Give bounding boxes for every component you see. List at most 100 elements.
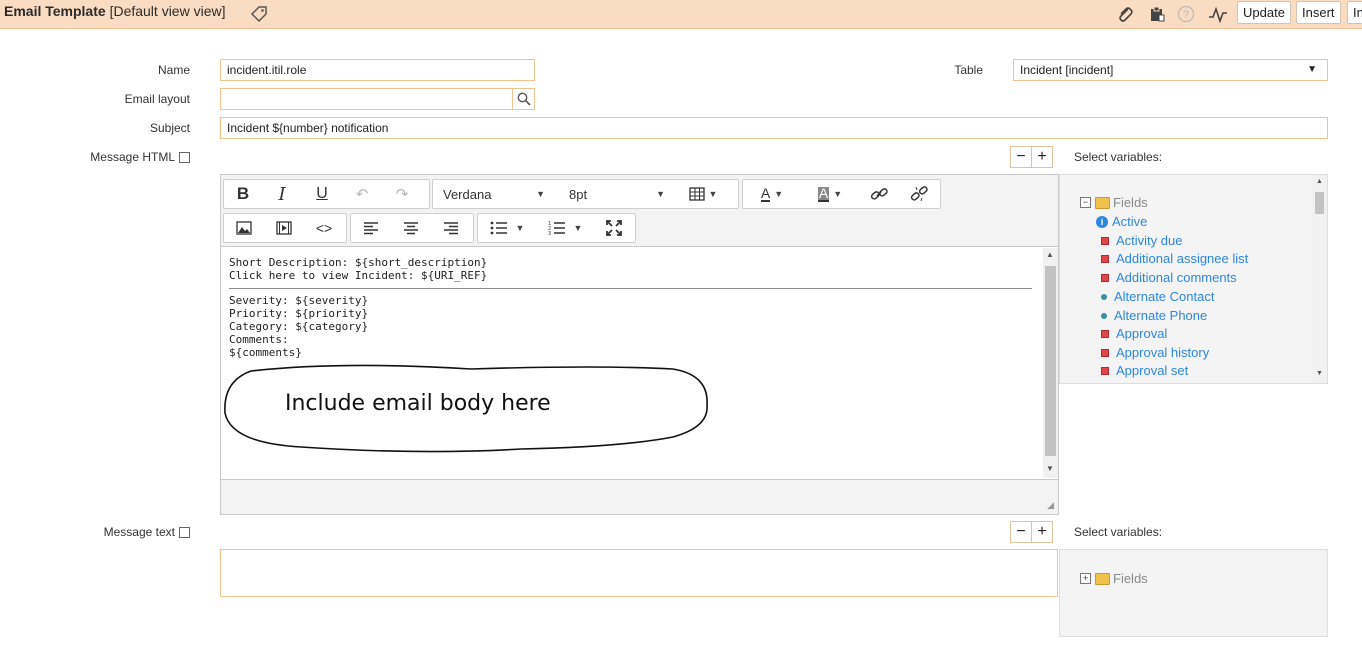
- expand-button[interactable]: +: [1031, 146, 1053, 168]
- tag-icon[interactable]: [249, 4, 269, 24]
- variable-item[interactable]: Additional assignee list: [1101, 251, 1248, 266]
- align-center-icon[interactable]: [391, 214, 431, 242]
- bold-icon[interactable]: B: [224, 180, 262, 208]
- table-select-value: Incident [incident]: [1020, 63, 1114, 77]
- tree-folder-fields[interactable]: + Fields: [1080, 571, 1148, 586]
- resize-handle-icon[interactable]: ◢: [1047, 500, 1054, 511]
- variable-item[interactable]: Approval set: [1101, 363, 1188, 378]
- editor-statusbar: ◢: [221, 479, 1058, 514]
- field-square-icon: [1101, 329, 1109, 338]
- scroll-up-icon[interactable]: ▲: [1046, 250, 1054, 259]
- numbered-list-icon: 123: [548, 221, 565, 235]
- editor-scrollbar[interactable]: ▲ ▼: [1043, 248, 1058, 478]
- svg-text:3: 3: [548, 231, 551, 235]
- table-insert-button[interactable]: ▼: [673, 180, 733, 208]
- italic-icon[interactable]: I: [262, 180, 302, 208]
- background-color-button[interactable]: A ▼: [801, 180, 859, 208]
- variable-item[interactable]: Activity due: [1101, 233, 1182, 248]
- dropdown-arrow-icon: ▼: [1307, 64, 1317, 75]
- scroll-up-icon[interactable]: ▲: [1316, 178, 1323, 185]
- scrollbar-thumb[interactable]: [1045, 266, 1056, 456]
- variable-item[interactable]: Approval history: [1101, 345, 1209, 360]
- bullet-list-button[interactable]: ▼: [478, 214, 536, 242]
- field-square-icon: [1101, 273, 1109, 282]
- insert-button[interactable]: Insert: [1296, 1, 1341, 24]
- html-editor: B I U ↶ ↷ Verdana ▼ 8pt ▼ ▼ A ▼ A ▼ <> ▼…: [220, 174, 1059, 515]
- variable-item[interactable]: i Active: [1096, 214, 1147, 229]
- text-variables-tree: + Fields: [1059, 549, 1328, 637]
- source-code-icon[interactable]: <>: [304, 214, 344, 242]
- fullscreen-icon[interactable]: [594, 214, 634, 242]
- annotation-ellipse: [224, 364, 708, 453]
- content-line: Short Description: ${short_description}: [229, 256, 488, 269]
- variables-scrollbar[interactable]: ▲ ▼: [1312, 175, 1327, 383]
- scroll-down-icon[interactable]: ▼: [1046, 464, 1054, 473]
- table-icon: [688, 187, 705, 201]
- link-icon[interactable]: [859, 180, 899, 208]
- select-variables-label: Select variables:: [1074, 150, 1163, 164]
- variable-item[interactable]: Approval: [1101, 326, 1167, 341]
- content-line: Comments:: [229, 333, 289, 346]
- update-button[interactable]: Update: [1237, 1, 1291, 24]
- page-title: Email Template [Default view view]: [4, 3, 226, 19]
- scrollbar-thumb[interactable]: [1315, 192, 1324, 214]
- image-icon[interactable]: [224, 214, 264, 242]
- collapse-node-icon[interactable]: −: [1080, 197, 1091, 208]
- email-layout-label: Email layout: [124, 92, 190, 106]
- paperclip-icon[interactable]: [1115, 4, 1135, 24]
- select-variables-label: Select variables:: [1074, 525, 1163, 539]
- field-info-icon: [179, 526, 190, 538]
- insert-and-stay-button[interactable]: In: [1347, 1, 1362, 24]
- table-label: Table: [954, 63, 983, 77]
- font-size-select[interactable]: 8pt ▼: [553, 180, 673, 208]
- numbered-list-button[interactable]: 123 ▼: [536, 214, 594, 242]
- search-icon: [517, 92, 531, 106]
- horizontal-rule: [229, 288, 1032, 289]
- align-group: [350, 213, 474, 243]
- table-select[interactable]: Incident [incident] ▼: [1013, 59, 1328, 81]
- expand-node-icon[interactable]: +: [1080, 573, 1091, 584]
- content-line: Category: ${category}: [229, 320, 369, 333]
- content-line: Priority: ${priority}: [229, 307, 369, 320]
- activity-icon[interactable]: [1208, 4, 1228, 24]
- clipboard-icon[interactable]: [1147, 4, 1167, 24]
- message-html-label: Message HTML: [60, 150, 190, 164]
- undo-icon[interactable]: ↶: [342, 180, 382, 208]
- expand-button[interactable]: +: [1031, 521, 1053, 543]
- form-header: Email Template [Default view view] ? Upd…: [0, 0, 1362, 29]
- variable-item[interactable]: Additional comments: [1101, 270, 1237, 285]
- background-color-icon: A: [817, 184, 830, 202]
- email-layout-field[interactable]: [220, 88, 513, 110]
- name-field[interactable]: incident.itil.role: [220, 59, 535, 81]
- collapse-button[interactable]: −: [1010, 146, 1032, 168]
- email-layout-lookup-button[interactable]: [512, 88, 535, 110]
- svg-text:?: ?: [1183, 9, 1189, 21]
- underline-icon[interactable]: U: [302, 180, 342, 208]
- collapse-button[interactable]: −: [1010, 521, 1032, 543]
- media-group: <>: [223, 213, 347, 243]
- format-group: B I U ↶ ↷: [223, 179, 430, 209]
- field-square-icon: [1101, 366, 1109, 375]
- variables-tree: − Fields i Active Activity due Additional…: [1059, 174, 1328, 384]
- help-icon[interactable]: ?: [1176, 4, 1196, 24]
- subject-field[interactable]: Incident ${number} notification: [220, 117, 1328, 139]
- message-text-area[interactable]: [220, 549, 1058, 597]
- content-line: Click here to view Incident: ${URI_REF}: [229, 269, 488, 282]
- variable-item[interactable]: Alternate Phone: [1101, 308, 1207, 323]
- scroll-down-icon[interactable]: ▼: [1316, 370, 1323, 377]
- field-square-icon: [1101, 254, 1109, 263]
- font-group: Verdana ▼ 8pt ▼ ▼: [432, 179, 739, 209]
- redo-icon[interactable]: ↷: [382, 180, 422, 208]
- font-family-select[interactable]: Verdana ▼: [433, 180, 553, 208]
- info-icon: i: [1096, 215, 1108, 228]
- unlink-icon[interactable]: [899, 180, 939, 208]
- variable-item[interactable]: Alternate Contact: [1101, 289, 1214, 304]
- reference-dot-icon: [1101, 312, 1107, 319]
- tree-folder-fields[interactable]: − Fields: [1080, 195, 1148, 210]
- variables-tree-list: − Fields i Active Activity due Additional…: [1080, 195, 1310, 383]
- align-left-icon[interactable]: [351, 214, 391, 242]
- align-right-icon[interactable]: [431, 214, 471, 242]
- text-color-button[interactable]: A ▼: [743, 180, 801, 208]
- content-line: ${comments}: [229, 346, 302, 359]
- video-icon[interactable]: [264, 214, 304, 242]
